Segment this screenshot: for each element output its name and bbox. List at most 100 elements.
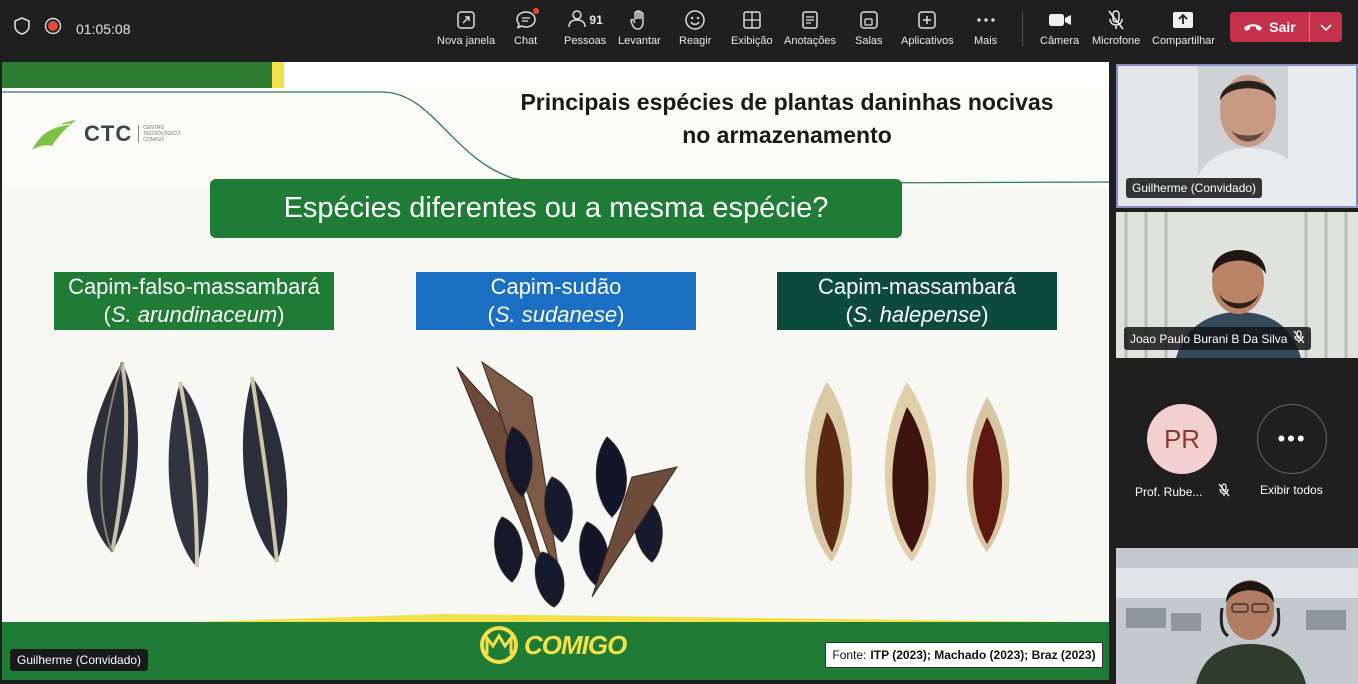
raise-hand-button[interactable]: Levantar — [618, 6, 661, 54]
chat-label: Chat — [514, 35, 538, 47]
share-icon — [1172, 6, 1194, 34]
people-icon — [567, 9, 587, 32]
rooms-icon — [859, 6, 879, 34]
rooms-label: Salas — [855, 35, 883, 47]
camera-button[interactable]: Câmera — [1040, 6, 1079, 54]
participant-tile-joao[interactable]: Joao Paulo Burani B Da Silva — [1116, 212, 1358, 358]
source-citation: Fonte: ITP (2023); Machado (2023); Braz … — [825, 642, 1103, 668]
species-box: Capim-falso-massambará (S. arundinaceum) — [54, 272, 334, 330]
view-icon — [742, 6, 762, 34]
ctc-logo-text: CTC — [84, 121, 133, 146]
participant-name-row: Joao Paulo Burani B Da Silva — [1124, 327, 1312, 350]
paren-open: ( — [487, 302, 495, 327]
meeting-toolbar: 01:05:08 Nova janela Chat 91 Pessoas Lev… — [0, 0, 1358, 60]
toolbar-divider — [1022, 12, 1023, 46]
react-button[interactable]: Reagir — [679, 6, 711, 54]
new-window-button[interactable]: Nova janela — [437, 6, 495, 54]
paren-close: ) — [981, 302, 989, 327]
species-box: Capim-sudão (S. sudanese) — [416, 272, 696, 330]
leave-options-button[interactable] — [1310, 12, 1342, 42]
meeting-timer: 01:05:08 — [76, 20, 131, 37]
apps-label: Aplicativos — [901, 35, 954, 47]
new-window-label: Nova janela — [437, 35, 496, 47]
more-label: Mais — [974, 35, 998, 47]
ctc-leaf-icon — [32, 120, 76, 150]
mic-muted-icon — [1106, 6, 1126, 34]
mic-muted-icon — [1218, 483, 1230, 500]
notes-icon — [801, 6, 819, 34]
comigo-logo: COMIGO — [478, 624, 627, 666]
participant-tile-guilherme[interactable]: Guilherme (Convidado) — [1116, 64, 1358, 208]
more-button[interactable]: Mais — [974, 6, 997, 54]
leave-button-group: Sair — [1230, 12, 1342, 42]
question-banner: Espécies diferentes ou a mesma espécie? — [210, 179, 902, 238]
participant-video — [1116, 548, 1358, 684]
raise-hand-icon — [629, 6, 649, 34]
share-label: Compartilhar — [1152, 35, 1215, 47]
species-scientific-name: (S. arundinaceum) — [54, 301, 334, 329]
participant-count: 91 — [589, 13, 603, 27]
more-icon — [976, 6, 996, 34]
shared-presentation: CTC CENTRO TECNOLÓGICO COMIGO Principais… — [2, 62, 1109, 680]
participant-name: Guilherme (Convidado) — [1126, 178, 1263, 198]
camera-label: Câmera — [1040, 35, 1080, 47]
share-button[interactable]: Compartilhar — [1152, 6, 1215, 54]
ctc-logo: CTC CENTRO TECNOLÓGICO COMIGO — [30, 114, 184, 154]
new-window-icon — [456, 6, 476, 34]
participant-name: Prof. Rube... — [1135, 484, 1203, 499]
teams-meeting-window: 01:05:08 Nova janela Chat 91 Pessoas Lev… — [0, 0, 1358, 684]
species-sci: S. halepense — [852, 302, 982, 327]
mic-muted-icon — [1293, 330, 1305, 347]
react-label: Reagir — [679, 35, 712, 47]
species-scientific-name: (S. halepense) — [777, 301, 1057, 329]
paren-close: ) — [277, 302, 285, 327]
species-common-name: Capim-massambará — [817, 274, 1017, 299]
halepense-seeds-image — [804, 382, 1010, 562]
view-button[interactable]: Exibição — [731, 6, 773, 54]
participant-name-row: Prof. Rube... — [1135, 483, 1230, 500]
species-sci: S. arundinaceum — [110, 302, 278, 327]
microphone-button[interactable]: Microfone — [1092, 6, 1140, 54]
source-refs: ITP (2023); Machado (2023); Braz (2023) — [870, 648, 1096, 662]
participant-tile-3[interactable] — [1116, 548, 1358, 684]
slide-title: Principais espécies de plantas daninhas … — [472, 86, 1102, 152]
shield-icon — [14, 17, 30, 40]
comigo-logo-text: COMIGO — [524, 629, 627, 660]
react-icon — [684, 6, 706, 34]
species-sci: S. sudanese — [494, 302, 618, 327]
show-all-label: Exibir todos — [1260, 483, 1323, 497]
chevron-down-icon — [1320, 19, 1332, 35]
apps-icon — [917, 6, 937, 34]
species-common-name: Capim-falso-massambará — [68, 274, 320, 299]
chat-button[interactable]: Chat — [514, 6, 539, 54]
species-scientific-name: (S. sudanese) — [416, 301, 696, 329]
microphone-label: Microfone — [1092, 35, 1141, 47]
unread-dot — [532, 8, 539, 14]
slide-title-line2: no armazenamento — [682, 122, 892, 148]
sudanese-seeds-image — [456, 360, 679, 608]
hang-up-icon — [1243, 19, 1263, 35]
paren-close: ) — [617, 302, 625, 327]
apps-button[interactable]: Aplicativos — [901, 6, 954, 54]
people-label: Pessoas — [564, 35, 607, 47]
comigo-emblem-icon — [480, 626, 518, 664]
paren-open: ( — [845, 302, 853, 327]
more-icon: ••• — [1277, 426, 1307, 451]
species-box: Capim-massambará (S. halepense) — [777, 272, 1057, 330]
ctc-logo-subtext: CENTRO TECNOLÓGICO COMIGO — [138, 125, 184, 143]
leave-button[interactable]: Sair — [1230, 12, 1310, 42]
people-icon-wrap: 91 — [567, 6, 603, 34]
source-prefix: Fonte: — [832, 648, 867, 662]
rooms-button[interactable]: Salas — [855, 6, 883, 54]
presenter-name-tag: Guilherme (Convidado) — [10, 649, 149, 671]
camera-icon — [1048, 6, 1072, 34]
notes-button[interactable]: Anotações — [784, 6, 836, 54]
people-button[interactable]: 91 Pessoas — [564, 6, 606, 54]
paren-open: ( — [103, 302, 111, 327]
participant-name: Joao Paulo Burani B Da Silva — [1130, 331, 1288, 346]
chat-icon — [515, 6, 539, 34]
leave-label: Sair — [1269, 19, 1296, 35]
view-label: Exibição — [731, 35, 773, 47]
participant-avatar[interactable]: PR — [1147, 404, 1217, 474]
show-all-button[interactable]: ••• — [1257, 404, 1327, 474]
